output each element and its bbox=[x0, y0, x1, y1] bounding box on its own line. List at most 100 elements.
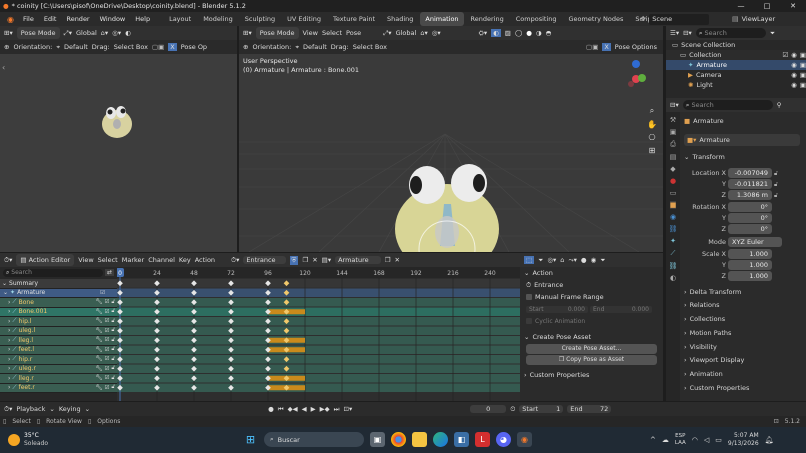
chrome-icon[interactable] bbox=[391, 432, 406, 447]
blender-menu-icon[interactable]: ◉ bbox=[4, 15, 17, 24]
pin-icon[interactable]: ⚲ bbox=[777, 101, 782, 109]
orientation-dropdown[interactable]: Default bbox=[303, 43, 327, 51]
start-frame-field[interactable]: Start 1 bbox=[519, 405, 564, 413]
left-viewport[interactable]: ‹ bbox=[0, 54, 237, 252]
playback-menu[interactable]: Playback bbox=[16, 405, 45, 413]
zoom-icon[interactable]: ⌕ bbox=[650, 106, 654, 116]
checkbox-icon[interactable]: ☑ bbox=[104, 347, 109, 353]
outliner-scene-collection[interactable]: ▭ Scene Collection bbox=[666, 40, 806, 50]
outliner-editor-icon[interactable]: ☰▾ bbox=[670, 29, 679, 37]
chevron-right-icon[interactable]: › bbox=[8, 318, 10, 325]
wrench-icon[interactable]: 🔧︎ bbox=[96, 375, 103, 381]
lock-icon[interactable]: 🔓︎ bbox=[111, 308, 115, 315]
end-frame-field[interactable]: End 72 bbox=[567, 405, 612, 413]
chevron-right-icon[interactable]: › bbox=[8, 337, 10, 344]
lock-icon[interactable]: 🔓︎ bbox=[774, 190, 778, 201]
outliner-light[interactable]: ✺ Light ◉ ▣ bbox=[666, 80, 806, 90]
checkbox-icon[interactable]: ☑ bbox=[104, 356, 109, 362]
timeline-editor-icon[interactable]: ⏱▾ bbox=[4, 405, 12, 414]
camera-toggle-icon[interactable]: ▣ bbox=[800, 51, 806, 59]
file-explorer-icon[interactable] bbox=[412, 432, 427, 447]
snap-icon[interactable]: ⌂▾ bbox=[101, 29, 108, 37]
tab-animation[interactable]: Animation bbox=[420, 12, 464, 26]
properties-object-name[interactable]: Armature bbox=[693, 117, 724, 125]
notification-icon[interactable]: 🔔︎ bbox=[765, 436, 774, 444]
material-tab-icon[interactable]: ◐ bbox=[670, 274, 676, 282]
channel-row[interactable]: › ⟋ uleg.r 🔧︎ ☑ 🔓︎ bbox=[0, 364, 117, 374]
view-layer-name[interactable]: ViewLayer bbox=[742, 15, 776, 23]
red-app-icon[interactable]: L bbox=[475, 432, 490, 447]
visibility-section[interactable]: › Visibility bbox=[684, 341, 717, 353]
tab-rendering[interactable]: Rendering bbox=[466, 12, 509, 26]
animation-section[interactable]: › Animation bbox=[684, 368, 723, 380]
lock-icon[interactable]: 🔓︎ bbox=[111, 327, 115, 334]
record-button[interactable]: ● bbox=[268, 405, 274, 413]
battery-icon[interactable]: ▭ bbox=[715, 436, 722, 444]
maximize-button[interactable]: □ bbox=[754, 0, 780, 12]
discord-icon[interactable]: ◕ bbox=[496, 432, 511, 447]
taskbar-search-box[interactable]: ⌕ Buscar bbox=[264, 432, 364, 447]
action-editor-mode-dropdown[interactable]: ▤ Action Editor bbox=[16, 254, 75, 266]
chevron-down-icon[interactable]: ⌄ bbox=[3, 289, 8, 296]
orientation-dropdown[interactable]: Default bbox=[64, 43, 88, 51]
tab-sculpting[interactable]: Sculpting bbox=[240, 12, 280, 26]
location-z-field[interactable]: 1.3086 m bbox=[728, 190, 772, 200]
wifi-icon[interactable]: ◠ bbox=[692, 436, 698, 444]
collections-section[interactable]: › Collections bbox=[684, 313, 725, 325]
properties-search-field[interactable]: ⌕ Search bbox=[682, 100, 773, 110]
unlink-action-icon[interactable]: ✕ bbox=[312, 256, 317, 264]
eye-icon[interactable]: ◉ bbox=[791, 51, 797, 59]
channel-row[interactable]: › ⟋ hip.l 🔧︎ ☑ 🔓︎ bbox=[0, 317, 117, 327]
close-button[interactable]: ✕ bbox=[780, 0, 806, 12]
editor-type-icon[interactable]: ⊞▾ bbox=[243, 29, 252, 37]
prev-key-icon[interactable]: ◆◀ bbox=[288, 405, 298, 413]
select-mode-icons[interactable]: ▢▣ bbox=[152, 43, 164, 51]
chevron-right-icon[interactable]: › bbox=[8, 375, 10, 382]
tab-geometry-nodes[interactable]: Geometry Nodes bbox=[564, 12, 629, 26]
ae-menu-marker[interactable]: Marker bbox=[122, 256, 144, 264]
volume-icon[interactable]: ◁ bbox=[704, 436, 709, 444]
transform-pivot-icon[interactable]: ⤢▾ bbox=[383, 29, 391, 38]
pose-options-truncated[interactable]: Pose Op bbox=[181, 43, 207, 51]
motion-paths-section[interactable]: › Motion Paths bbox=[684, 327, 731, 339]
tab-uv-editing[interactable]: UV Editing bbox=[282, 12, 326, 26]
menu-pose[interactable]: Pose bbox=[346, 29, 361, 37]
channel-row[interactable]: › ⟋ uleg.l 🔧︎ ☑ 🔓︎ bbox=[0, 326, 117, 336]
channel-row[interactable]: ⌄ ✦ Armature ☑ bbox=[0, 288, 117, 298]
outliner-collection[interactable]: ▭ Collection ☑ ◉ ▣ bbox=[666, 50, 806, 60]
x-mirror-toggle[interactable]: X bbox=[602, 43, 611, 51]
minimize-button[interactable]: — bbox=[728, 0, 754, 12]
tab-shading[interactable]: Shading bbox=[382, 12, 418, 26]
editor-type-icon[interactable]: ⊞▾ bbox=[4, 29, 13, 37]
wrench-icon[interactable]: 🔧︎ bbox=[96, 356, 103, 362]
action-browse-icon[interactable]: ⏱▾ bbox=[231, 256, 239, 265]
location-x-field[interactable]: -0.007049 bbox=[728, 168, 772, 178]
left-mode-dropdown[interactable]: Pose Mode bbox=[16, 27, 60, 39]
bone-constraint-tab-icon[interactable]: ⛓ bbox=[669, 262, 678, 270]
ae-menu-channel[interactable]: Channel bbox=[148, 256, 175, 264]
rotation-z-field[interactable]: 0° bbox=[728, 224, 772, 234]
weather-widget[interactable]: 35°C Soleado bbox=[8, 432, 48, 448]
menu-view[interactable]: View bbox=[303, 29, 318, 37]
render-tab-icon[interactable]: ▣ bbox=[670, 128, 677, 136]
view-layer-selector[interactable]: ▤ ViewLayer bbox=[732, 13, 775, 25]
menu-select[interactable]: Select bbox=[322, 29, 342, 37]
menu-window[interactable]: Window bbox=[96, 12, 130, 26]
wrench-icon[interactable]: 🔧︎ bbox=[96, 366, 103, 372]
scene-selector[interactable]: ❖ Scene bbox=[640, 13, 710, 25]
viewport-display-section[interactable]: › Viewport Display bbox=[684, 354, 744, 366]
checkbox-icon[interactable]: ☑ bbox=[782, 51, 788, 59]
checkbox-icon[interactable]: ☑ bbox=[104, 337, 109, 343]
lock-icon[interactable]: 🔓︎ bbox=[111, 365, 115, 372]
eye-icon[interactable]: ◉ bbox=[791, 61, 797, 69]
wrench-icon[interactable]: 🔧︎ bbox=[96, 385, 103, 391]
end-field[interactable]: End 0.000 bbox=[590, 305, 652, 313]
scene-tab-icon[interactable]: ◆ bbox=[670, 165, 675, 173]
channel-row[interactable]: › ⟋ Bone 🔧︎ ☑ 🔓︎ bbox=[0, 298, 117, 308]
main-mode-dropdown[interactable]: Pose Mode bbox=[255, 27, 299, 39]
tab-compositing[interactable]: Compositing bbox=[511, 12, 562, 26]
create-pose-asset-button[interactable]: Create Pose Asset... bbox=[526, 344, 657, 354]
swap-icon[interactable]: ⇄ bbox=[104, 269, 114, 276]
overlay-icon[interactable]: ◐ bbox=[125, 29, 131, 37]
wrench-icon[interactable]: 🔧︎ bbox=[96, 318, 103, 324]
